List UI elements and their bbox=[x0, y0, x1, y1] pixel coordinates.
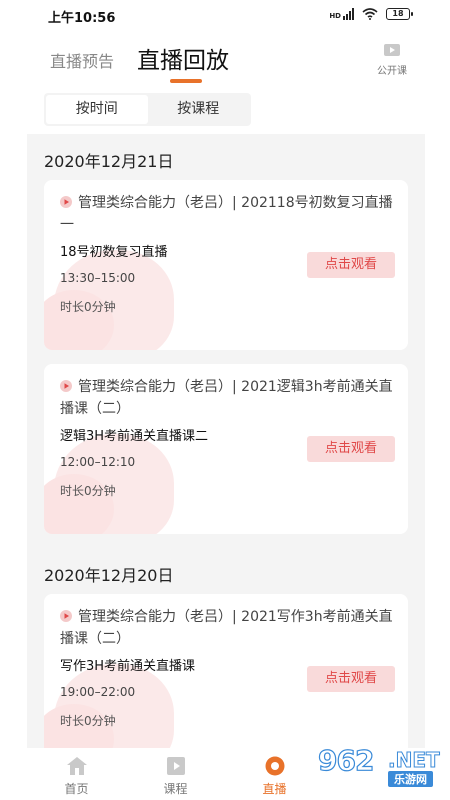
card-title: 管理类综合能力（老吕）| 202118号初数复习直播一 bbox=[60, 192, 396, 236]
watch-button[interactable]: 点击观看 bbox=[307, 666, 395, 692]
battery-icon: 18 bbox=[386, 8, 413, 20]
card-time: 12:00–12:10 bbox=[60, 455, 136, 469]
card-title-text: 管理类综合能力（老吕）| 2021写作3h考前通关直播课（二） bbox=[60, 609, 393, 647]
status-icons: HD 18 bbox=[329, 8, 413, 20]
video-icon bbox=[384, 44, 400, 56]
signal-icon: HD bbox=[329, 8, 354, 20]
card-duration: 时长0分钟 bbox=[60, 484, 116, 498]
active-tab-indicator bbox=[170, 79, 202, 83]
watch-button[interactable]: 点击观看 bbox=[307, 436, 395, 462]
header: 直播预告 直播回放 公开课 bbox=[0, 32, 450, 92]
network-type-label: HD bbox=[329, 12, 341, 20]
wifi-icon bbox=[362, 8, 378, 20]
course-icon bbox=[166, 757, 185, 775]
status-bar: 上午10:56 HD 18 bbox=[0, 0, 450, 32]
nav-home[interactable]: 首页 bbox=[27, 748, 126, 800]
nav-home-label: 首页 bbox=[64, 782, 89, 796]
date-header: 2020年12月20日 bbox=[44, 566, 174, 585]
public-course-button[interactable]: 公开课 bbox=[374, 44, 410, 78]
watermark-net: .NET bbox=[388, 748, 441, 773]
card-duration: 时长0分钟 bbox=[60, 300, 116, 314]
replay-card[interactable]: 管理类综合能力（老吕）| 2021写作3h考前通关直播课（二） 写作3H考前通关… bbox=[44, 594, 408, 748]
live-icon bbox=[265, 756, 284, 776]
replay-list[interactable]: 2020年12月21日 管理类综合能力（老吕）| 202118号初数复习直播一 … bbox=[27, 134, 425, 748]
tab-live-preview[interactable]: 直播预告 bbox=[50, 48, 114, 72]
watch-button[interactable]: 点击观看 bbox=[307, 252, 395, 278]
card-subtitle: 18号初数复习直播 bbox=[60, 245, 168, 260]
card-subtitle: 写作3H考前通关直播课 bbox=[60, 659, 196, 674]
card-duration: 时长0分钟 bbox=[60, 714, 116, 728]
card-title-text: 管理类综合能力（老吕）| 202118号初数复习直播一 bbox=[60, 195, 393, 233]
status-time: 上午10:56 bbox=[48, 11, 116, 26]
sort-segmented-control: 按时间 按课程 bbox=[44, 93, 251, 126]
watermark-sub: 乐游网 bbox=[388, 771, 433, 787]
nav-live-label: 直播 bbox=[262, 782, 287, 796]
card-title-text: 管理类综合能力（老吕）| 2021逻辑3h考前通关直播课（二） bbox=[60, 379, 393, 417]
card-title: 管理类综合能力（老吕）| 2021写作3h考前通关直播课（二） bbox=[60, 606, 396, 650]
date-header: 2020年12月21日 bbox=[44, 152, 174, 171]
card-time: 19:00–22:00 bbox=[60, 685, 136, 699]
card-subtitle: 逻辑3H考前通关直播课二 bbox=[60, 429, 209, 444]
card-title: 管理类综合能力（老吕）| 2021逻辑3h考前通关直播课（二） bbox=[60, 376, 396, 420]
nav-course[interactable]: 课程 bbox=[126, 748, 225, 800]
sort-by-time[interactable]: 按时间 bbox=[46, 95, 148, 124]
replay-card[interactable]: 管理类综合能力（老吕）| 202118号初数复习直播一 18号初数复习直播 13… bbox=[44, 180, 408, 350]
tab-live-replay[interactable]: 直播回放 bbox=[137, 41, 229, 75]
card-time: 13:30–15:00 bbox=[60, 271, 136, 285]
sort-by-course[interactable]: 按课程 bbox=[148, 95, 250, 124]
watermark-logo: 962 .NET 乐游网 bbox=[317, 743, 448, 787]
play-icon bbox=[60, 610, 72, 622]
play-icon bbox=[60, 380, 72, 392]
play-icon bbox=[60, 196, 72, 208]
nav-live[interactable]: 直播 bbox=[225, 748, 324, 800]
replay-card[interactable]: 管理类综合能力（老吕）| 2021逻辑3h考前通关直播课（二） 逻辑3H考前通关… bbox=[44, 364, 408, 534]
watermark-digits: 962 bbox=[317, 743, 375, 777]
public-course-label: 公开课 bbox=[377, 66, 407, 77]
nav-course-label: 课程 bbox=[163, 782, 188, 796]
home-icon bbox=[66, 757, 87, 775]
